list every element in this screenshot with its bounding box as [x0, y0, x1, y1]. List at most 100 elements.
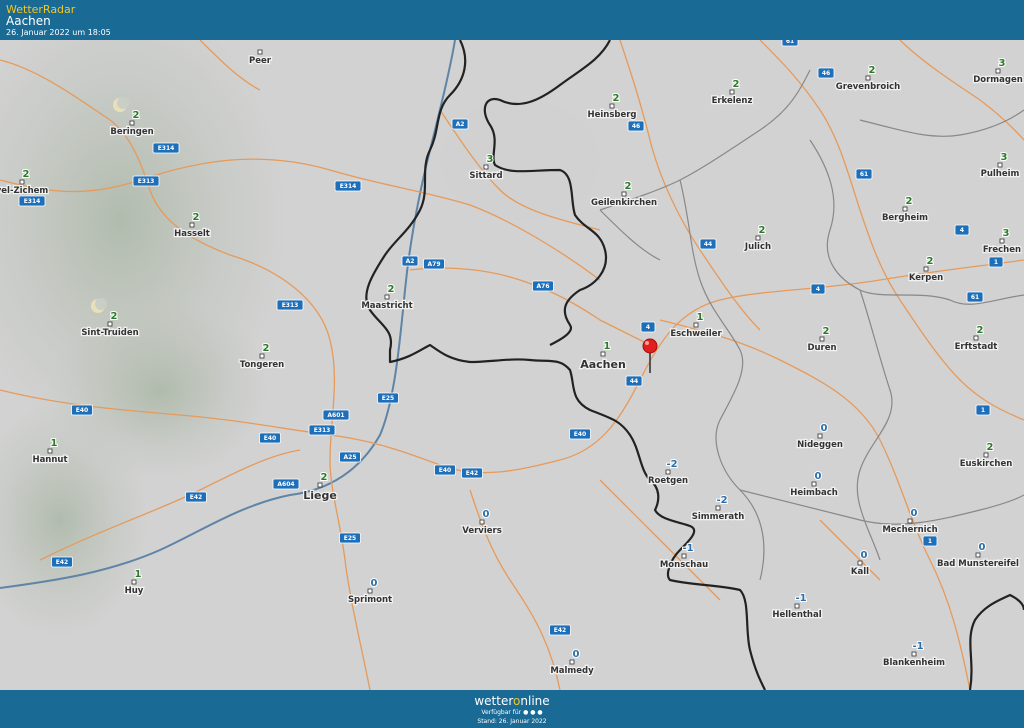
temperature-value: 0 [815, 471, 822, 482]
temperature-value: 2 [388, 284, 395, 295]
road-shield: A76 [532, 280, 554, 292]
road-shield: 44 [625, 375, 643, 387]
temperature-value: 2 [733, 79, 740, 90]
town-dot [384, 294, 390, 300]
road-shield: E42 [185, 491, 207, 503]
road-shield: 61 [855, 168, 873, 180]
road-shield-label: E25 [344, 535, 356, 542]
road-shield-label: A604 [277, 481, 294, 488]
road-shield: E42 [51, 556, 73, 568]
town-name: Erftstadt [955, 342, 998, 352]
road-shield: A25 [339, 451, 361, 463]
road-shield: 4 [640, 321, 656, 333]
town-name: Grevenbroich [836, 82, 900, 92]
town-dot [131, 579, 137, 585]
temperature-value: 3 [999, 58, 1006, 69]
temperature-value: 1 [604, 341, 611, 352]
town-dot [999, 238, 1005, 244]
road-shield: 46 [817, 67, 835, 79]
town-name: Aachen [580, 358, 626, 371]
road-shield: E25 [339, 532, 361, 544]
road-shield-label: E314 [340, 183, 357, 190]
road-shield-label: E40 [76, 407, 88, 414]
road-shield-label: 1 [994, 259, 998, 266]
app-footer: wetteronline Verfügbar für ● ● ● Stand: … [0, 690, 1024, 728]
road-shield-label: 46 [632, 123, 640, 130]
town-dot [857, 560, 863, 566]
road-shield-label: E313 [138, 178, 155, 185]
road-shield: E40 [259, 432, 281, 444]
town-name: Sprimont [348, 595, 392, 605]
road-shield: E25 [377, 392, 399, 404]
town-name: Blankenheim [883, 658, 945, 668]
stand-text: Stand: 26. Januar 2022 [477, 718, 547, 725]
map-canvas[interactable]: Peer 2 Beringen 2 Hasselt 2 Sint-Truiden 2 Tonge… [0, 40, 1024, 690]
temperature-value: 0 [979, 542, 986, 553]
temperature-value: -2 [716, 495, 727, 506]
temperature-value: 0 [573, 649, 580, 660]
road-shield: 4 [810, 283, 826, 295]
road-shield-label: 4 [816, 286, 820, 293]
temperature-value: 2 [906, 196, 913, 207]
road-shield-label: E40 [439, 467, 451, 474]
road-shield-label: E40 [264, 435, 276, 442]
availability-text: Verfügbar für ● ● ● [481, 709, 543, 716]
wetteronline-logo[interactable]: wetteronline [0, 694, 1024, 708]
temperature-value: -1 [912, 641, 923, 652]
town-dot [907, 518, 913, 524]
town-dot [902, 206, 908, 212]
town-dot [569, 659, 575, 665]
app-header: WetterRadar Aachen 26. Januar 2022 um 18… [0, 0, 1024, 40]
temperature-value: 2 [23, 169, 30, 180]
temperature-value: 0 [911, 508, 918, 519]
road-shield-label: E313 [282, 302, 299, 309]
town-name: Duren [807, 343, 836, 353]
town-dot [189, 222, 195, 228]
temperature-value: 3 [487, 154, 494, 165]
town-dot [609, 103, 615, 109]
road-shield-label: E314 [24, 198, 41, 205]
road-shield: E40 [71, 404, 93, 416]
temperature-value: 2 [869, 65, 876, 76]
weather-map[interactable]: Peer 2 Beringen 2 Hasselt 2 Sint-Truiden 2 Tonge… [0, 40, 1024, 690]
temperature-value: 2 [613, 93, 620, 104]
town-dot [865, 75, 871, 81]
town-dot [259, 353, 265, 359]
road-shield-label: 44 [704, 241, 712, 248]
town-dot [47, 448, 53, 454]
town-name: Verviers [462, 526, 502, 536]
road-shield: 1 [922, 535, 938, 547]
town-name: Huy [125, 586, 144, 596]
temperature-value: 2 [625, 181, 632, 192]
town-name: Erkelenz [712, 96, 753, 106]
town-name: Euskirchen [960, 459, 1013, 469]
temperature-value: -1 [795, 593, 806, 604]
road-shield-label: 61 [860, 171, 868, 178]
temperature-value: 0 [483, 509, 490, 520]
town-name: Hasselt [174, 229, 210, 239]
town-name: Hannut [32, 455, 67, 465]
road-shield-label: E25 [382, 395, 394, 402]
town-dot [479, 519, 485, 525]
road-shield-label: E42 [554, 627, 566, 634]
road-shield-label: A25 [344, 454, 357, 461]
temperature-value: -2 [666, 459, 677, 470]
town-dot [681, 553, 687, 559]
town-name: Tongeren [240, 360, 284, 370]
town-dot [817, 433, 823, 439]
town-name: Mechernich [882, 525, 937, 535]
town-name: Peer [249, 56, 272, 66]
temperature-value: 2 [133, 110, 140, 121]
town-dot [600, 351, 606, 357]
temperature-value: 2 [823, 326, 830, 337]
road-shield: E314 [152, 142, 180, 154]
road-shield: E42 [461, 467, 483, 479]
road-shield-label: E314 [158, 145, 175, 152]
road-shield: E313 [276, 299, 304, 311]
town-dot [911, 651, 917, 657]
temperature-value: 0 [861, 550, 868, 561]
town-dot [693, 322, 699, 328]
town-dot [621, 191, 627, 197]
road-shield: 1 [975, 404, 991, 416]
town-dot [819, 336, 825, 342]
